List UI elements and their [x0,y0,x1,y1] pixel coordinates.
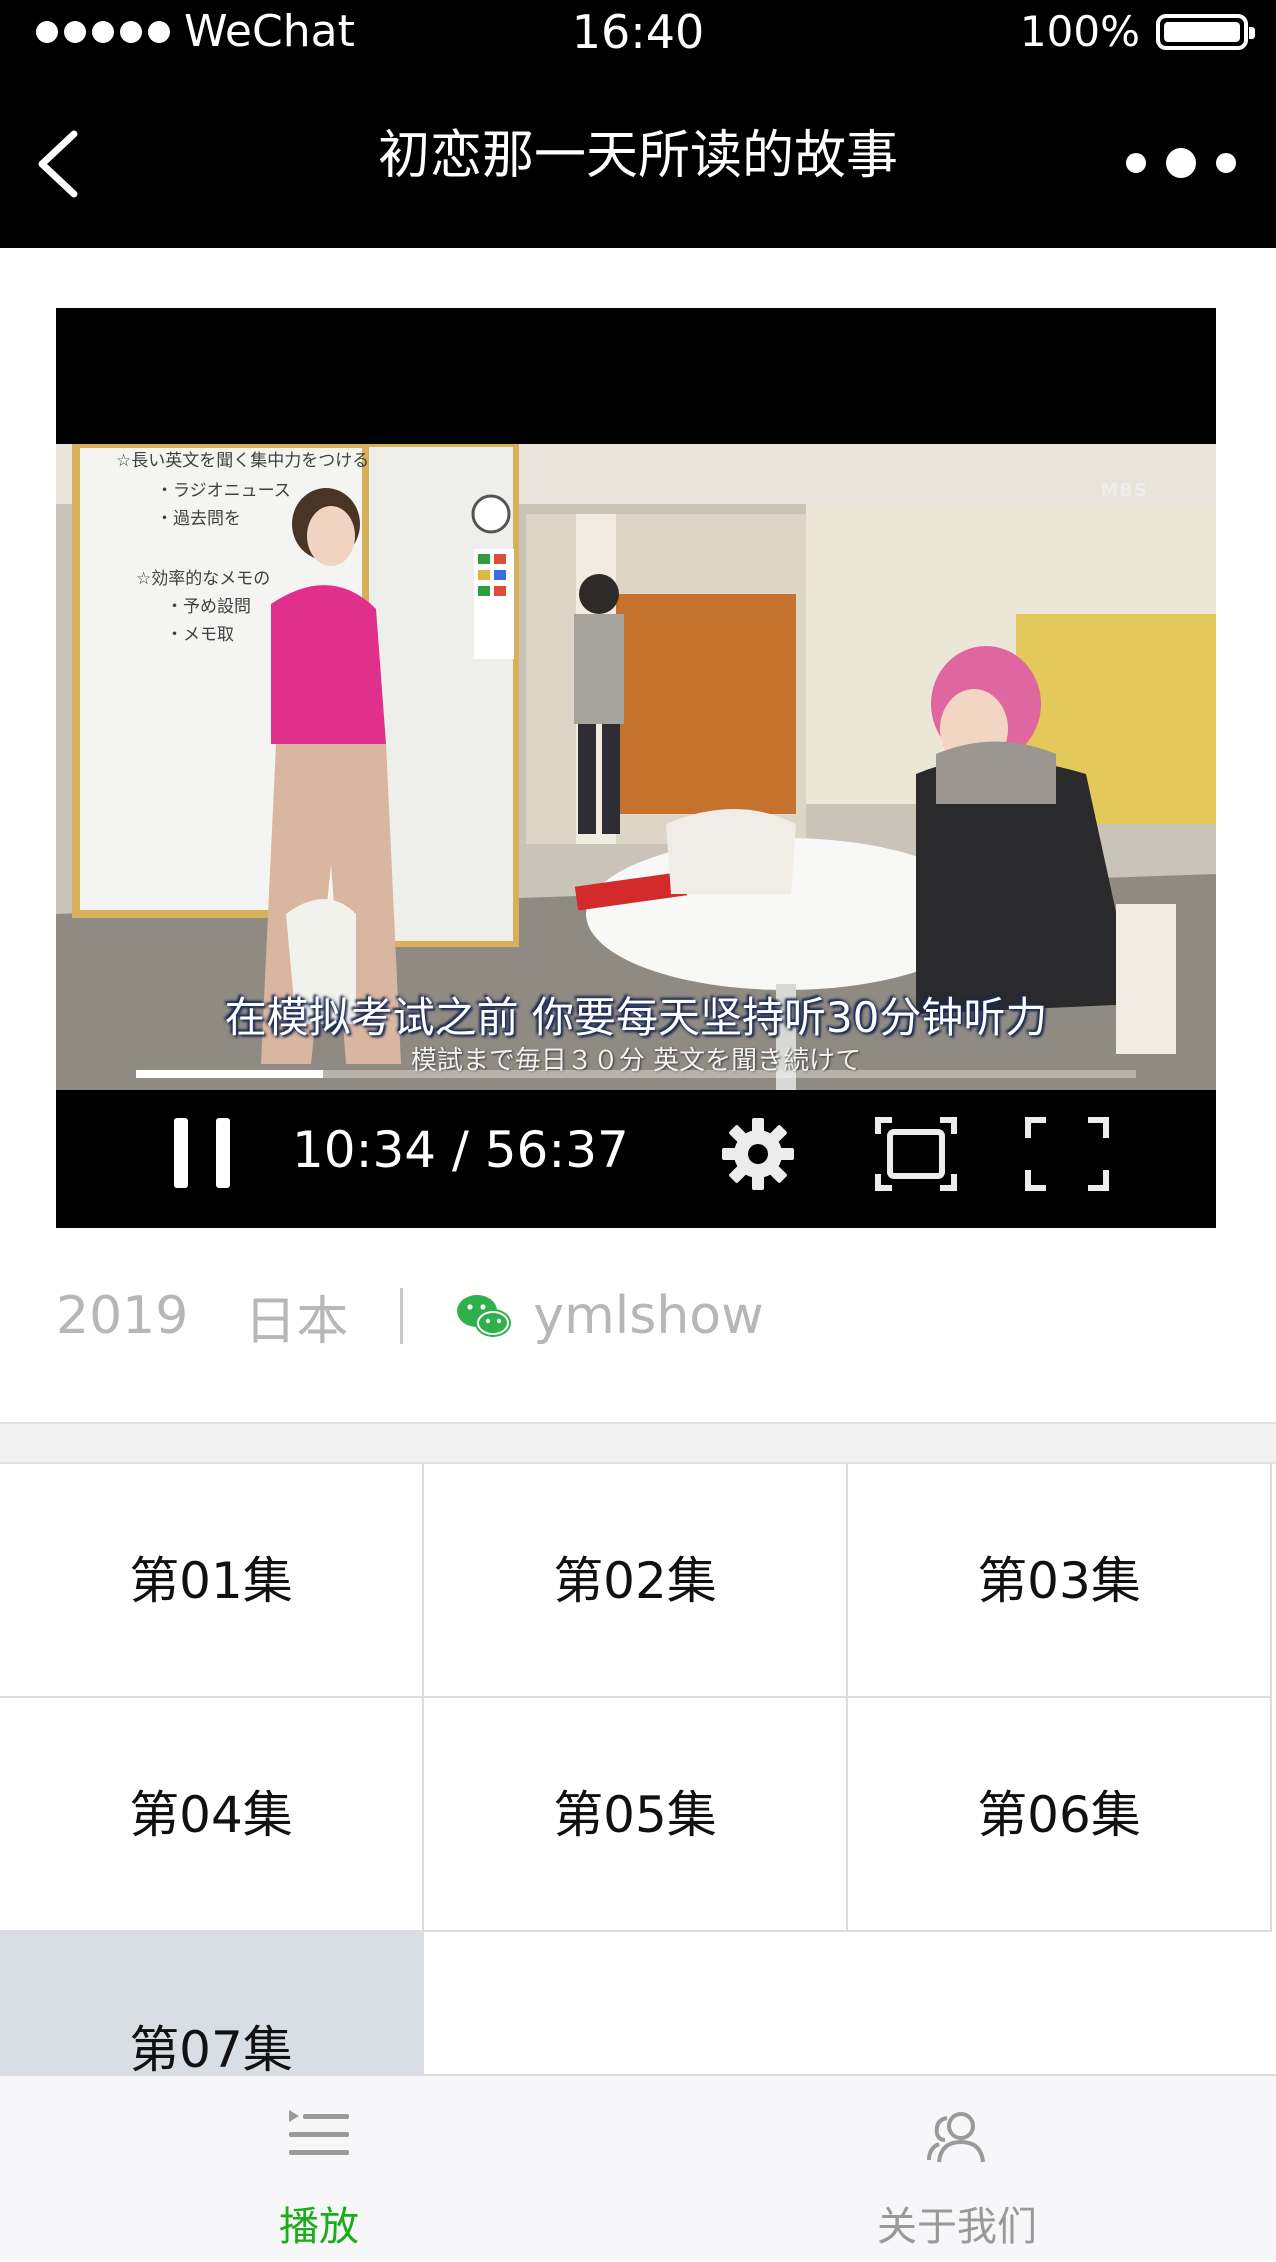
more-dots-icon [1126,153,1146,173]
users-icon [927,2112,985,2163]
fullscreen-button[interactable] [1022,1114,1112,1194]
whiteboard-line-4: ☆効率的なメモの [136,569,270,589]
divider [400,1288,404,1344]
section-divider [0,1422,1276,1464]
pause-button[interactable] [174,1118,230,1188]
meta-country: 日本 [244,1291,349,1352]
pip-icon [875,1117,957,1191]
channel-watermark: MBS [1100,480,1148,501]
tab-play[interactable]: 播放 [0,2076,638,2262]
episode-item[interactable]: 第03集 [848,1464,1272,1698]
more-button[interactable] [1126,138,1236,188]
progress-bar[interactable] [136,1070,1136,1078]
time-display: 10:34 / 56:37 [292,1121,629,1179]
gear-icon [722,1118,794,1190]
episode-item[interactable]: 第04集 [0,1698,424,1932]
picture-in-picture-button[interactable] [872,1112,960,1196]
pause-icon [174,1118,188,1188]
whiteboard-line-1: ☆長い英文を聞く集中力をつける [116,451,369,471]
whiteboard-line-3: ・過去問を [156,509,241,529]
back-button[interactable] [30,124,90,204]
page-title: 初恋那一天所读的故事 [377,126,898,186]
episode-label: 第07集 [129,2021,293,2079]
episode-item-active[interactable]: 第07集 [0,1932,424,2094]
video-player[interactable]: ☆長い英文を聞く集中力をつける ・ラジオニュース ・過去問を ☆効率的なメモの … [56,308,1216,1228]
wechat-icon [457,1295,512,1337]
episode-item[interactable]: 第01集 [0,1464,424,1698]
meta-year: 2019 [56,1286,189,1346]
subtitle-main: 在模拟考试之前 你要每天坚持听30分钟听力 [224,993,1048,1042]
battery-percent: 100% [1019,7,1140,56]
whiteboard-line-6: ・メモ取 [166,625,234,645]
meta-account: ymlshow [533,1286,764,1346]
episode-item[interactable]: 第05集 [424,1698,848,1932]
playlist-icon [289,2110,349,2155]
episode-item[interactable]: 第06集 [848,1698,1272,1932]
tab-play-label: 播放 [279,2204,359,2250]
battery-icon [1156,14,1255,50]
chevron-left-icon [38,130,78,198]
player-controls: 10:34 / 56:37 [56,1090,1216,1228]
status-bar: WeChat 16:40 100% [0,0,1276,64]
settings-button[interactable] [718,1114,798,1194]
nav-bar: 初恋那一天所读的故事 [0,64,1276,248]
episode-item[interactable]: 第02集 [424,1464,848,1698]
progress-fill [136,1070,323,1078]
tab-bar: 播放 关于我们 [0,2074,1276,2260]
video-frame[interactable]: ☆長い英文を聞く集中力をつける ・ラジオニュース ・過去問を ☆効率的なメモの … [56,444,1216,1090]
tab-about[interactable]: 关于我们 [638,2076,1276,2262]
whiteboard-line-2: ・ラジオニュース [156,481,291,501]
fullscreen-icon [1025,1117,1109,1191]
video-meta: 2019 日本 ymlshow [56,1276,764,1356]
tab-about-label: 关于我们 [877,2204,1037,2250]
whiteboard-line-5: ・予め設問 [166,597,251,617]
